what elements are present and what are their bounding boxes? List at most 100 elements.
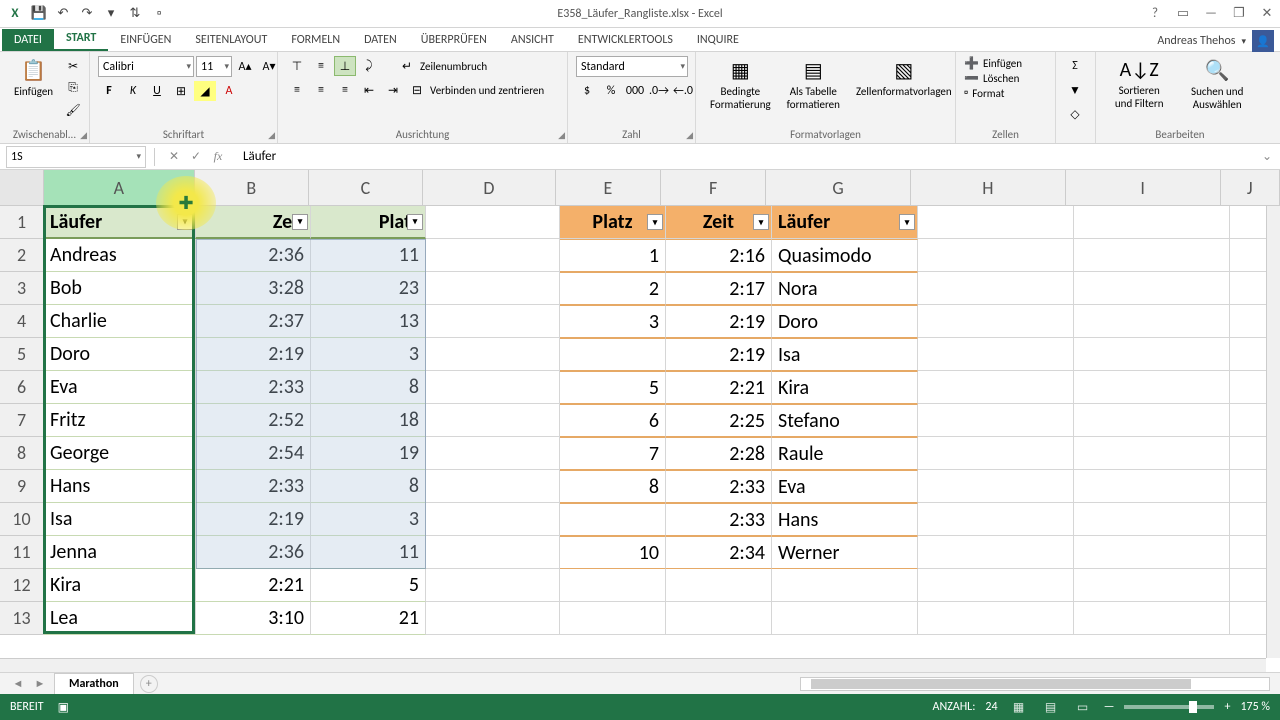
cell[interactable] [918, 437, 1074, 470]
cell[interactable] [1074, 338, 1230, 371]
cell[interactable]: Platz▾ [560, 206, 666, 239]
dialog-launcher-icon[interactable]: ◢ [558, 130, 565, 141]
decrease-font-icon[interactable]: A▾ [258, 57, 280, 77]
cell[interactable]: Raule [772, 437, 918, 470]
row-header[interactable]: 6 [0, 371, 44, 404]
view-layout-icon[interactable]: ▤ [1040, 698, 1062, 716]
cell[interactable] [560, 602, 666, 635]
cell[interactable] [426, 371, 560, 404]
column-header[interactable]: C [309, 170, 423, 206]
row-header[interactable]: 2 [0, 239, 44, 272]
dialog-launcher-icon[interactable]: ◢ [268, 130, 275, 141]
cell[interactable]: Zeit▾ [666, 206, 772, 239]
view-normal-icon[interactable]: ▦ [1008, 698, 1030, 716]
cell[interactable] [560, 338, 666, 371]
autosum-icon[interactable]: Σ [1064, 56, 1086, 76]
zoom-in-icon[interactable]: + [1224, 700, 1230, 714]
underline-button[interactable]: U [146, 81, 168, 101]
name-box[interactable]: 1S [6, 146, 146, 168]
formula-input[interactable]: Läufer [235, 149, 1254, 164]
ribbon-tab-formeln[interactable]: FORMELN [279, 29, 352, 51]
cell[interactable]: 2:28 [666, 437, 772, 470]
cell[interactable]: 2:19 [196, 338, 311, 371]
cell[interactable]: Kira [44, 569, 196, 602]
cell[interactable]: 3 [560, 305, 666, 338]
sheet-prev-icon[interactable]: ◄ [10, 677, 26, 690]
cell[interactable]: Stefano [772, 404, 918, 437]
increase-font-icon[interactable]: A▴ [234, 57, 256, 77]
row-header[interactable]: 9 [0, 470, 44, 503]
cell[interactable]: Doro [772, 305, 918, 338]
cell[interactable]: 2:16 [666, 239, 772, 272]
font-name-combo[interactable]: Calibri [98, 56, 194, 77]
cell[interactable]: Bob [44, 272, 196, 305]
delete-cells-button[interactable]: ➖Löschen [964, 71, 1019, 86]
cell[interactable]: 2:19 [196, 503, 311, 536]
cell[interactable] [426, 536, 560, 569]
cell[interactable]: 2:19 [666, 338, 772, 371]
help-icon[interactable]: ? [1146, 5, 1164, 23]
minimize-icon[interactable]: — [1202, 5, 1220, 23]
cell[interactable] [426, 305, 560, 338]
cell[interactable]: 3:28 [196, 272, 311, 305]
cell[interactable]: 2:17 [666, 272, 772, 305]
cell[interactable]: 11 [311, 239, 426, 272]
cell[interactable]: Lea [44, 602, 196, 635]
dialog-launcher-icon[interactable]: ◢ [80, 130, 87, 141]
cell[interactable]: 2:34 [666, 536, 772, 569]
ribbon-tab-ansicht[interactable]: ANSICHT [499, 29, 566, 51]
cell[interactable]: Hans [44, 470, 196, 503]
grid[interactable]: Läufer▾Zeit▾Platz▾Andreas2:3611Bob3:2823… [44, 206, 1266, 658]
column-header[interactable]: G [766, 170, 911, 206]
cell[interactable]: 2:52 [196, 404, 311, 437]
font-size-combo[interactable]: 11 [196, 56, 232, 77]
cell[interactable]: Nora [772, 272, 918, 305]
cell[interactable]: Andreas [44, 239, 196, 272]
thousand-sep-icon[interactable]: 000 [624, 81, 646, 101]
clear-icon[interactable]: ◇ [1064, 104, 1086, 124]
fx-icon[interactable]: fx [209, 148, 227, 166]
align-center-icon[interactable]: ≡ [310, 80, 332, 100]
border-icon[interactable]: ⊞ [170, 81, 192, 101]
cell[interactable] [666, 602, 772, 635]
row-header[interactable]: 4 [0, 305, 44, 338]
cell[interactable]: Jenna [44, 536, 196, 569]
cell[interactable]: 3:10 [196, 602, 311, 635]
qat-more-icon[interactable]: ▫ [150, 5, 168, 23]
cell[interactable] [918, 272, 1074, 305]
cell[interactable] [918, 338, 1074, 371]
cell[interactable] [918, 470, 1074, 503]
cell[interactable] [426, 338, 560, 371]
row-header[interactable]: 11 [0, 536, 44, 569]
close-icon[interactable]: ✕ [1258, 5, 1276, 23]
align-right-icon[interactable]: ≡ [334, 80, 356, 100]
ribbon-tab-einfügen[interactable]: EINFÜGEN [108, 29, 183, 51]
filter-icon[interactable]: ▾ [647, 214, 663, 230]
view-break-icon[interactable]: ▭ [1072, 698, 1094, 716]
save-icon[interactable]: 💾 [30, 5, 48, 23]
cancel-icon[interactable]: ✕ [165, 148, 183, 166]
cell[interactable] [1074, 536, 1230, 569]
ribbon-tab-entwicklertools[interactable]: ENTWICKLERTOOLS [566, 29, 685, 51]
cell[interactable] [1074, 404, 1230, 437]
zoom-out-icon[interactable]: — [1104, 700, 1115, 714]
cell[interactable]: Werner [772, 536, 918, 569]
cell[interactable] [666, 569, 772, 602]
inc-decimal-icon[interactable]: .0→ [648, 81, 670, 101]
cell[interactable]: 7 [560, 437, 666, 470]
cell[interactable] [918, 602, 1074, 635]
cell[interactable]: 2:21 [196, 569, 311, 602]
cell[interactable]: 2:36 [196, 239, 311, 272]
orientation-icon[interactable]: ⤸ [358, 56, 380, 76]
column-header[interactable]: D [423, 170, 556, 206]
cell[interactable] [426, 404, 560, 437]
cell[interactable] [918, 404, 1074, 437]
cell[interactable] [1074, 470, 1230, 503]
account-area[interactable]: Andreas Thehos ▾ 👤 [1157, 30, 1274, 52]
dialog-launcher-icon[interactable]: ◢ [686, 130, 693, 141]
qat-dropdown-icon[interactable]: ▾ [102, 5, 120, 23]
bold-button[interactable]: F [98, 81, 120, 101]
undo-icon[interactable]: ↶ [54, 5, 72, 23]
zoom-slider[interactable] [1124, 705, 1214, 709]
column-header[interactable]: J [1221, 170, 1280, 206]
